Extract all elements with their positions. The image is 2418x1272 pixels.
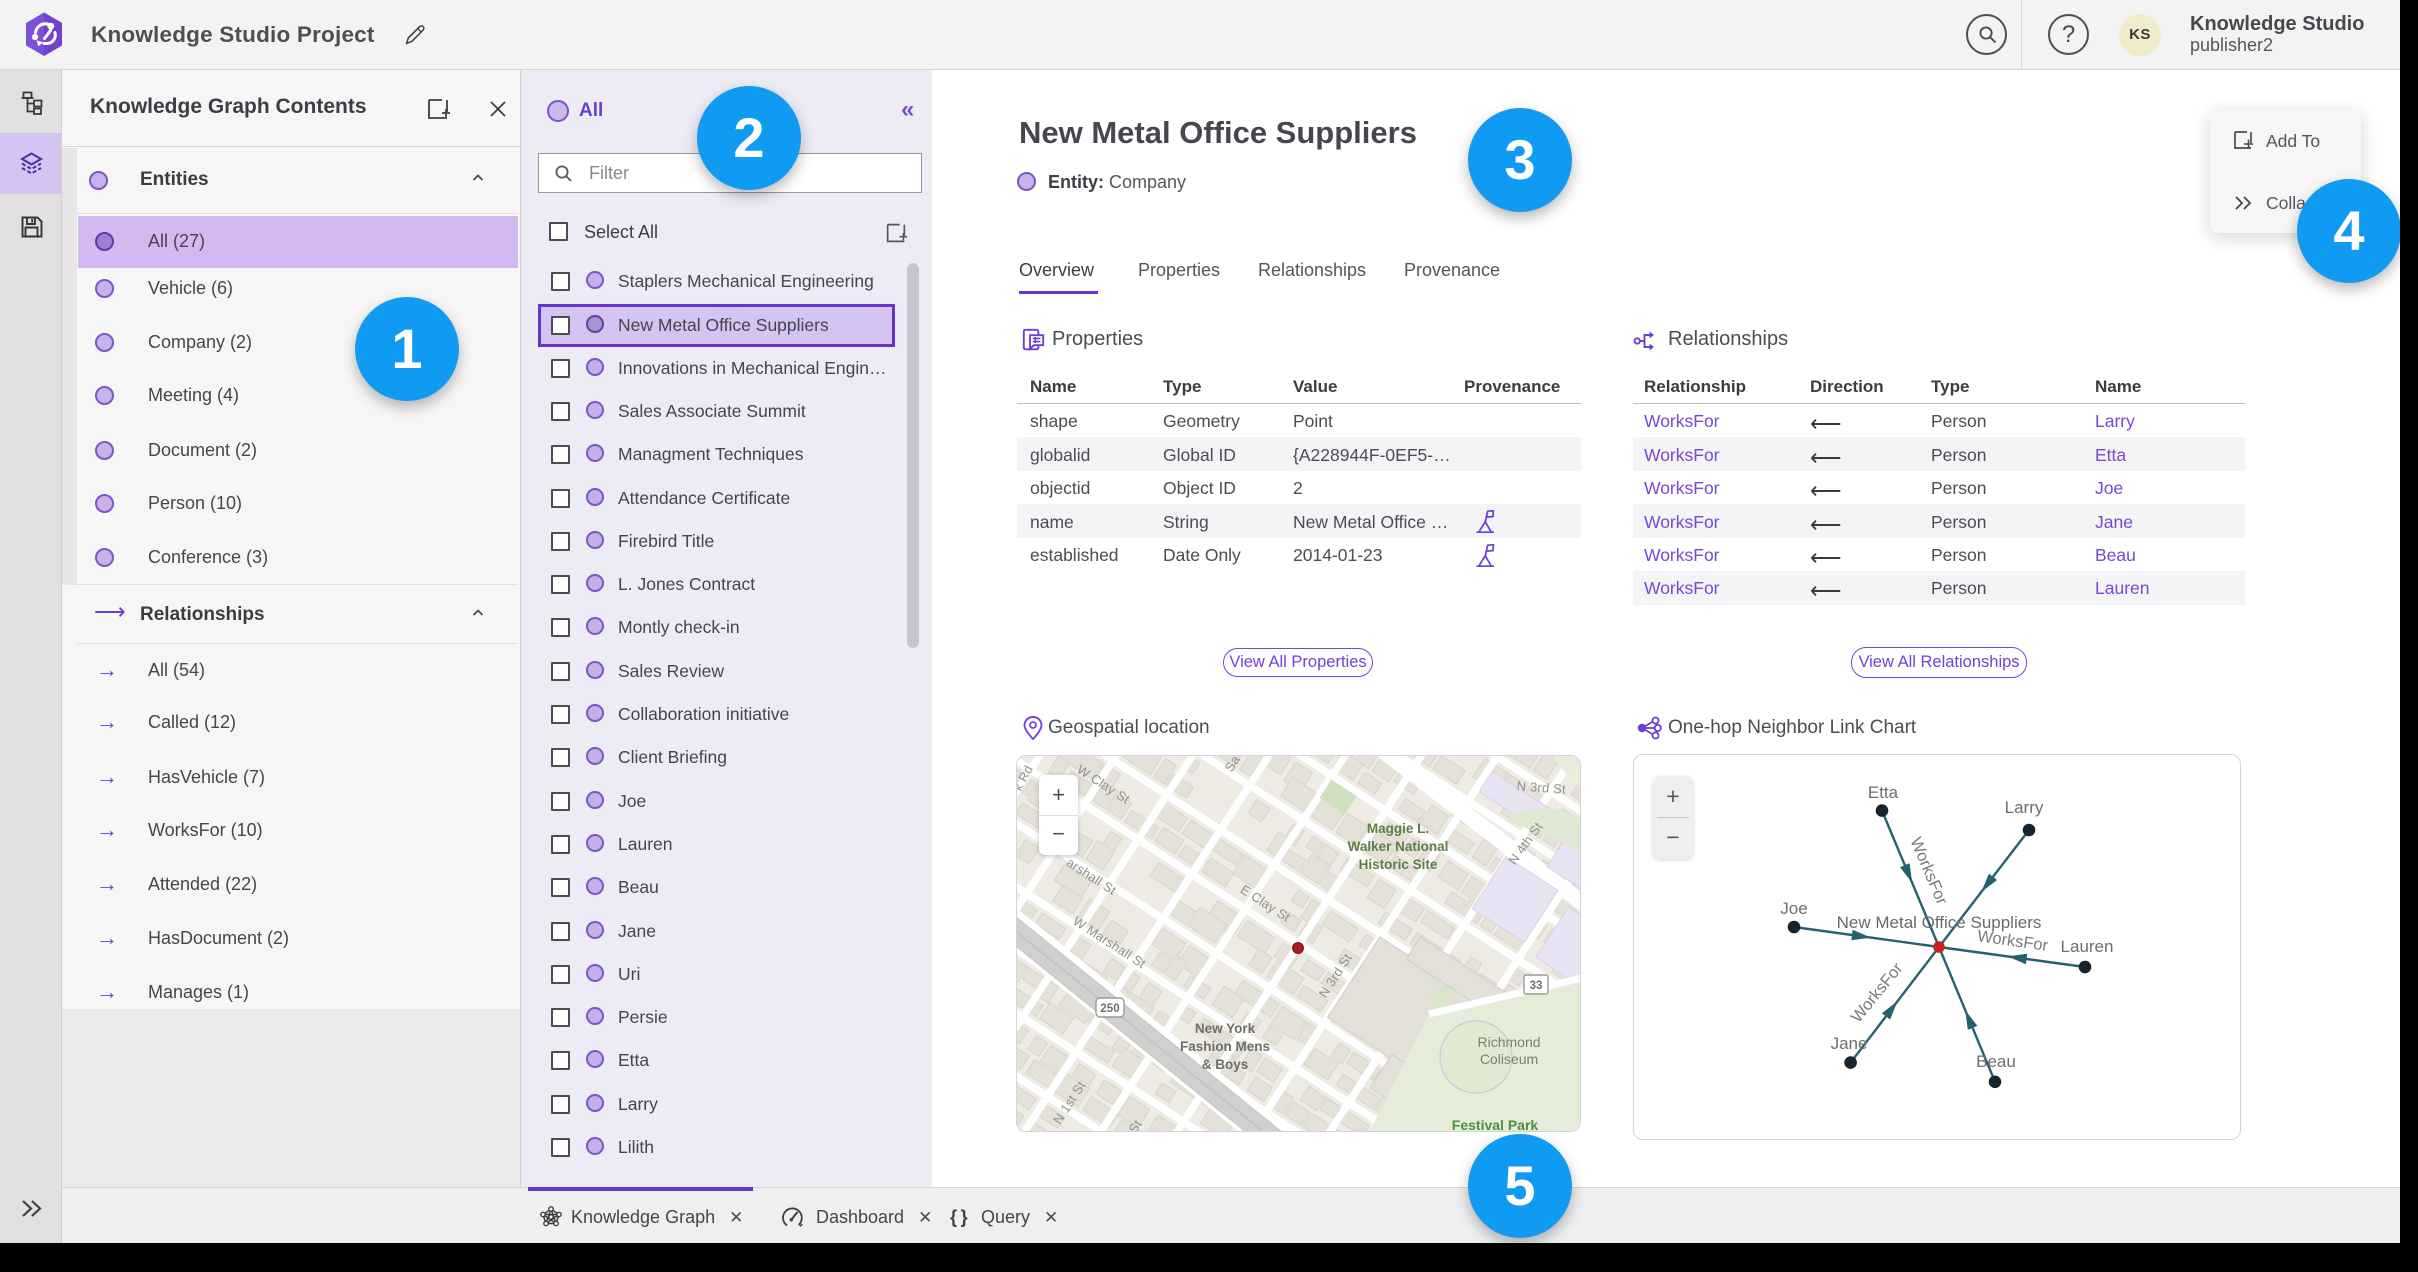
svg-text:Beau: Beau	[1976, 1052, 2016, 1071]
svg-text:Larry: Larry	[2005, 798, 2044, 817]
svg-text:Maggie L.: Maggie L.	[1367, 821, 1429, 836]
svg-text:Coliseum: Coliseum	[1480, 1051, 1538, 1067]
svg-text:Festival Park: Festival Park	[1452, 1117, 1539, 1132]
svg-text:33: 33	[1530, 980, 1543, 992]
svg-text:Historic Site: Historic Site	[1359, 857, 1438, 872]
svg-text:WorksFor: WorksFor	[1906, 835, 1951, 908]
svg-text:Etta: Etta	[1868, 783, 1899, 802]
svg-text:Jane: Jane	[1831, 1034, 1868, 1053]
svg-text:New Metal Office Suppliers: New Metal Office Suppliers	[1837, 913, 2042, 932]
svg-text:New York: New York	[1195, 1021, 1256, 1036]
svg-text:WorksFor: WorksFor	[1848, 959, 1907, 1026]
svg-text:Walker National: Walker National	[1348, 839, 1449, 854]
svg-text:Fashion Mens: Fashion Mens	[1180, 1039, 1270, 1054]
svg-text:Joe: Joe	[1780, 899, 1807, 918]
svg-text:250: 250	[1100, 1003, 1119, 1015]
svg-text:Richmond: Richmond	[1477, 1034, 1540, 1050]
svg-text:Lauren: Lauren	[2061, 937, 2114, 956]
svg-text:& Boys: & Boys	[1202, 1057, 1249, 1072]
